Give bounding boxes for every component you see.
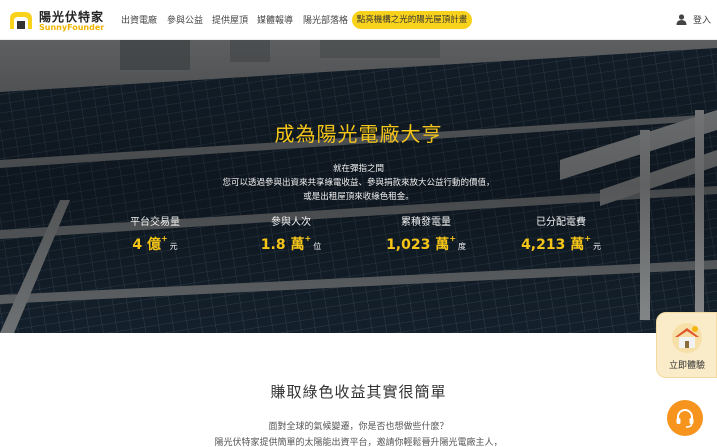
solar-house-icon	[672, 323, 702, 353]
stat-number: 4 億	[132, 237, 161, 253]
section-title: 賺取綠色收益其實很簡單	[270, 383, 447, 401]
hero-desc-line: 就在彈指之間	[332, 164, 384, 174]
try-now-label: 立即體驗	[668, 361, 705, 371]
stat-plus: +	[304, 234, 312, 243]
stat-participants: 參與人次 1.8 萬+位	[221, 213, 361, 254]
stat-label: 已分配電費	[536, 217, 586, 228]
stat-plus: +	[584, 234, 591, 243]
hero-desc-line: 或是出租屋頂來收綠色租金。	[303, 192, 414, 202]
stat-value: 1,023 萬+度	[356, 234, 496, 254]
stat-unit: 度	[457, 242, 466, 251]
login-label: 登入	[693, 16, 712, 26]
stat-number: 1.8 萬	[260, 237, 305, 253]
stat-plus: +	[449, 234, 456, 243]
stat-power-generated: 累積發電量 1,023 萬+度	[356, 213, 496, 254]
rooftop-program-button[interactable]: 點亮機構之光的陽光屋頂計畫	[352, 11, 472, 29]
hero-title: 成為陽光電廠大亨	[274, 122, 443, 146]
stat-trading-volume: 平台交易量 4 億+元	[85, 213, 225, 254]
logo-icon	[10, 12, 32, 29]
stat-label: 累積發電量	[401, 217, 451, 228]
headset-icon	[676, 409, 694, 428]
stat-value: 4,213 萬+元	[491, 234, 631, 254]
logo[interactable]: 陽光伏特家 SunnyFounder	[8, 7, 118, 35]
user-icon	[676, 14, 687, 25]
stat-value: 1.8 萬+位	[221, 234, 361, 254]
customer-support-button[interactable]	[667, 400, 703, 436]
stat-label: 平台交易量	[130, 217, 180, 228]
try-now-button[interactable]: 立即體驗	[656, 312, 717, 378]
stat-number: 4,213 萬	[521, 237, 585, 253]
nav-item-charity[interactable]: 參與公益	[167, 13, 203, 26]
stat-plus: +	[160, 234, 168, 243]
hero-desc-line: 您可以透過參與出資來共享綠電收益、參與捐款來放大公益行動的價值，	[222, 178, 495, 188]
stat-unit: 位	[313, 242, 322, 251]
brand-subtitle: SunnyFounder	[39, 23, 105, 32]
stat-unit: 元	[592, 242, 601, 251]
nav-item-media[interactable]: 媒體報導	[257, 13, 293, 26]
stat-value: 4 億+元	[85, 234, 225, 254]
section-text-line: 面對全球的氣候變遷，你是否也想做些什麼？	[268, 422, 449, 432]
stat-number: 1,023 萬	[386, 237, 450, 253]
site-header: 陽光伏特家 SunnyFounder 出資電廠 參與公益 提供屋頂 媒體報導 陽…	[0, 0, 717, 40]
nav-item-invest[interactable]: 出資電廠	[121, 13, 157, 26]
hero-banner: 成為陽光電廠大亨 就在彈指之間 您可以透過參與出資來共享綠電收益、參與捐款來放大…	[0, 40, 717, 333]
stat-label: 參與人次	[271, 217, 311, 228]
stat-revenue-distributed: 已分配電費 4,213 萬+元	[491, 213, 631, 254]
section-text-line: 陽光伏特家提供簡單的太陽能出資平台，邀請你輕鬆晉升陽光電廠主人，	[214, 438, 503, 447]
nav-item-rooftop[interactable]: 提供屋頂	[212, 13, 248, 26]
nav-item-blog[interactable]: 陽光部落格	[303, 13, 348, 26]
stat-unit: 元	[169, 242, 178, 251]
